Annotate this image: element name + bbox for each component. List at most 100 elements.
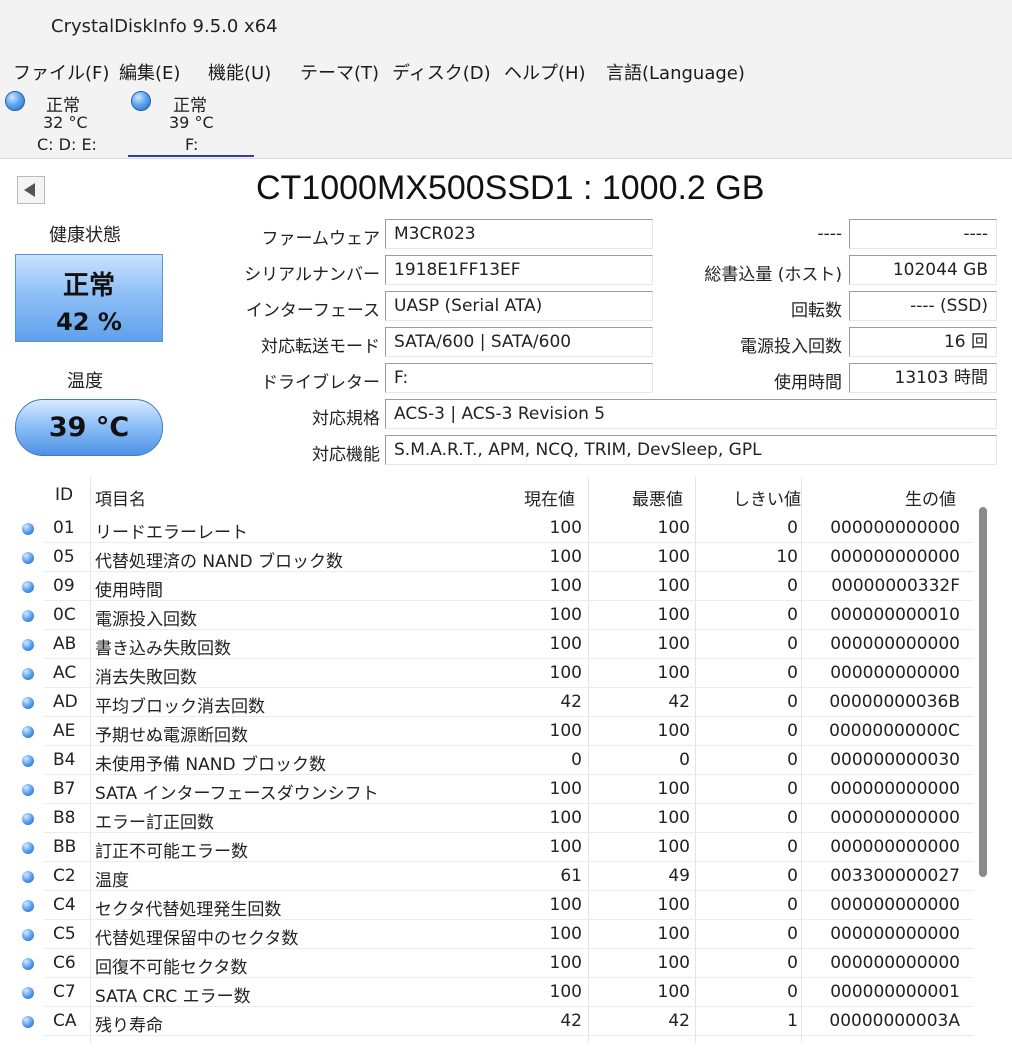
table-row[interactable]: C2 温度 61 49 0 003300000027: [14, 862, 974, 891]
table-row[interactable]: C4 セクタ代替処理発生回数 100 100 0 000000000000: [14, 891, 974, 920]
cell-raw: 000000000000: [830, 837, 960, 857]
cell-raw: 00000000332F: [831, 576, 960, 596]
table-row[interactable]: C7 SATA CRC エラー数 100 100 0 000000000001: [14, 978, 974, 1007]
selected-drive-indicator: [128, 155, 254, 157]
cell-worst: 100: [657, 779, 690, 799]
drive-letter-label: ドライブレター: [261, 373, 380, 393]
cell-raw: 000000000030: [830, 750, 960, 770]
drive-letter-field: F:: [385, 363, 653, 393]
cell-id: B7: [53, 779, 76, 799]
menu-function[interactable]: 機能(U): [208, 59, 271, 85]
drive-temp: 32 °C: [43, 113, 88, 132]
cell-raw: 003300000027: [830, 866, 960, 886]
table-row[interactable]: AC 消去失敗回数 100 100 0 000000000000: [14, 659, 974, 688]
cell-raw: 00000000036B: [829, 692, 960, 712]
status-good-icon: [22, 668, 34, 680]
cell-current: 61: [560, 866, 582, 886]
cell-worst: 100: [657, 837, 690, 857]
cell-worst: 100: [657, 924, 690, 944]
menu-disk[interactable]: ディスク(D): [392, 59, 491, 85]
row-divider: [44, 1035, 974, 1036]
cell-threshold: 0: [787, 518, 798, 538]
column-header-id[interactable]: ID: [55, 485, 73, 505]
cell-id: AD: [53, 692, 78, 712]
cell-current: 100: [549, 953, 582, 973]
drive-selector: 正常 32 °C C: D: E: 正常 39 °C F:: [0, 88, 1012, 159]
cell-worst: 100: [657, 605, 690, 625]
window-title: CrystalDiskInfo 9.5.0 x64: [51, 16, 278, 37]
menu-language[interactable]: 言語(Language): [606, 59, 745, 85]
menu-theme[interactable]: テーマ(T): [300, 59, 379, 85]
transfer-mode-label: 対応転送モード: [261, 337, 380, 357]
status-good-icon: [22, 726, 34, 738]
cell-raw: 000000000000: [830, 895, 960, 915]
status-good-icon: [22, 813, 34, 825]
interface-label: インターフェース: [245, 301, 380, 321]
table-row[interactable]: AB 書き込み失敗回数 100 100 0 000000000000: [14, 630, 974, 659]
column-header-threshold[interactable]: しきい値: [733, 485, 801, 510]
column-header-current[interactable]: 現在値: [524, 485, 575, 510]
table-row[interactable]: B8 エラー訂正回数 100 100 0 000000000000: [14, 804, 974, 833]
status-good-icon: [22, 929, 34, 941]
health-label: 健康状態: [49, 225, 121, 246]
drive-tab-f[interactable]: 正常 39 °C F:: [128, 88, 254, 158]
serial-field: 1918E1FF13EF: [385, 255, 653, 285]
cell-current: 100: [549, 663, 582, 683]
cell-current: 100: [549, 518, 582, 538]
table-row[interactable]: BB 訂正不可能エラー数 100 100 0 000000000000: [14, 833, 974, 862]
cell-current: 100: [549, 547, 582, 567]
cell-threshold: 0: [787, 605, 798, 625]
table-row[interactable]: C5 代替処理保留中のセクタ数 100 100 0 000000000000: [14, 920, 974, 949]
table-row[interactable]: 05 代替処理済の NAND ブロック数 100 100 10 000000000000: [14, 543, 974, 572]
table-row[interactable]: CA 残り寿命 42 42 1 00000000003A: [14, 1007, 974, 1036]
disk-title: CT1000MX500SSD1 : 1000.2 GB: [256, 169, 765, 207]
cell-current: 100: [549, 779, 582, 799]
cell-id: 01: [53, 518, 75, 538]
table-row[interactable]: B4 未使用予備 NAND ブロック数 0 0 0 000000000030: [14, 746, 974, 775]
menu-help[interactable]: ヘルプ(H): [504, 59, 586, 85]
health-status-box[interactable]: 正常 42 %: [15, 254, 163, 342]
status-good-icon: [22, 523, 34, 535]
cell-id: AC: [53, 663, 77, 683]
cell-current: 100: [549, 808, 582, 828]
column-header-worst[interactable]: 最悪値: [632, 485, 683, 510]
menu-edit[interactable]: 編集(E): [119, 59, 180, 85]
status-good-icon: [22, 958, 34, 970]
table-row[interactable]: C6 回復不可能セクタ数 100 100 0 000000000000: [14, 949, 974, 978]
cell-threshold: 1: [787, 1011, 798, 1031]
status-good-icon: [22, 842, 34, 854]
cell-worst: 42: [668, 692, 690, 712]
table-row[interactable]: 09 使用時間 100 100 0 00000000332F: [14, 572, 974, 601]
table-row[interactable]: 0C 電源投入回数 100 100 0 000000000010: [14, 601, 974, 630]
temperature-box[interactable]: 39 °C: [15, 399, 163, 456]
smart-table[interactable]: ID 項目名 現在値 最悪値 しきい値 生の値 01 リードエラーレート 100 10…: [14, 477, 994, 1043]
table-row[interactable]: B7 SATA インターフェースダウンシフト 100 100 0 000000000000: [14, 775, 974, 804]
serial-label: シリアルナンバー: [244, 265, 380, 285]
health-percent: 42 %: [56, 308, 122, 336]
power-hours-field: 13103 時間: [849, 363, 997, 393]
cell-raw: 000000000000: [830, 953, 960, 973]
status-good-icon: [22, 900, 34, 912]
column-header-raw[interactable]: 生の値: [905, 485, 956, 510]
table-row[interactable]: AE 予期せぬ電源断回数 100 100 0 00000000000C: [14, 717, 974, 746]
drive-tab-cde[interactable]: 正常 32 °C C: D: E:: [0, 88, 128, 158]
firmware-label: ファームウェア: [261, 229, 381, 249]
cell-current: 42: [560, 1011, 582, 1031]
status-good-icon: [22, 784, 34, 796]
table-row[interactable]: 01 リードエラーレート 100 100 0 000000000000: [14, 514, 974, 543]
host-writes-label: 総書込量 (ホスト): [704, 265, 842, 285]
table-row[interactable]: AD 平均ブロック消去回数 42 42 0 00000000036B: [14, 688, 974, 717]
rotation-field: ---- (SSD): [849, 291, 997, 321]
drive-letters: F:: [185, 135, 199, 154]
cell-worst: 42: [668, 1011, 690, 1031]
features-label: 対応機能: [312, 445, 380, 465]
column-header-name[interactable]: 項目名: [95, 485, 146, 510]
previous-disk-button[interactable]: [17, 176, 45, 204]
cell-id: C2: [53, 866, 76, 886]
cell-threshold: 0: [787, 779, 798, 799]
cell-worst: 100: [657, 808, 690, 828]
cell-id: CA: [53, 1011, 77, 1031]
menu-file[interactable]: ファイル(F): [13, 59, 109, 85]
table-scrollbar[interactable]: [979, 507, 987, 877]
status-good-icon: [131, 91, 151, 111]
